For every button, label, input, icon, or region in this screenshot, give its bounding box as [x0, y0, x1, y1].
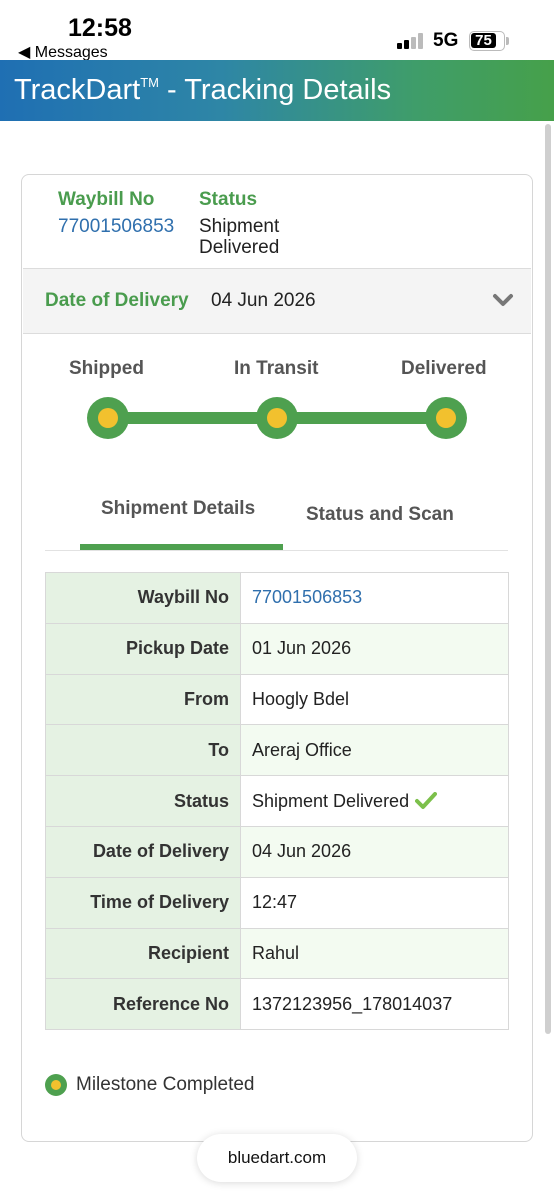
detail-label: Time of Delivery [45, 876, 241, 929]
detail-label: Pickup Date [45, 622, 241, 675]
detail-label: Date of Delivery [45, 825, 241, 878]
back-to-messages-link[interactable]: ◀ Messages [18, 42, 108, 62]
milestone-label-shipped: Shipped [69, 358, 144, 379]
milestone-label-delivered: Delivered [401, 358, 487, 379]
detail-value-waybill-link[interactable]: 77001506853 [240, 572, 509, 624]
checkmark-icon [415, 791, 438, 809]
status-value: Shipment Delivered [199, 216, 280, 258]
milestone-legend-text: Milestone Completed [76, 1074, 255, 1095]
detail-label: From [45, 673, 241, 726]
status-time: 12:58 [68, 14, 132, 42]
page-title: TrackDartTM - Tracking Details [14, 74, 391, 107]
shipment-details-table: Waybill No 77001506853 Pickup Date 01 Ju… [45, 572, 509, 1031]
table-row: From Hoogly Bdel [45, 673, 509, 726]
tabs-divider [45, 550, 508, 551]
page-scrollbar[interactable] [545, 124, 551, 1034]
detail-label: To [45, 724, 241, 777]
header-banner: TrackDartTM - Tracking Details [0, 60, 554, 121]
tab-status-and-scan[interactable]: Status and Scan [306, 504, 454, 526]
delivery-date-value: 04 Jun 2026 [211, 290, 316, 311]
milestone-legend-icon-center [51, 1080, 61, 1090]
milestone-dot-in-transit [256, 397, 298, 439]
milestone-legend-icon [45, 1074, 67, 1096]
detail-value: Rahul [240, 927, 509, 980]
table-row: To Areraj Office [45, 724, 509, 777]
trademark-mark: TM [140, 75, 159, 90]
detail-label: Recipient [45, 927, 241, 980]
milestone-label-in-transit: In Transit [234, 358, 319, 379]
milestone-dot-center [436, 408, 456, 428]
detail-value: 12:47 [240, 876, 509, 929]
tab-shipment-details[interactable]: Shipment Details [101, 498, 255, 520]
status-label: Status [199, 189, 258, 210]
status-bar: 12:58 ◀ Messages 5G 75 [0, 0, 554, 62]
milestone-dot-center [98, 408, 118, 428]
milestone-dot-delivered [425, 397, 467, 439]
chevron-down-icon[interactable] [491, 288, 515, 312]
network-type: 5G [433, 30, 459, 51]
detail-value: 04 Jun 2026 [240, 825, 509, 878]
signal-icon [397, 33, 427, 49]
detail-label: Waybill No [45, 572, 241, 624]
table-row: Date of Delivery 04 Jun 2026 [45, 825, 509, 878]
waybill-number-link[interactable]: 77001506853 [58, 216, 174, 238]
detail-value: 1372123956_178014037 [240, 978, 509, 1031]
table-row: Recipient Rahul [45, 927, 509, 980]
detail-value-status: Shipment Delivered [252, 790, 410, 811]
delivery-date-label: Date of Delivery [45, 290, 189, 311]
milestone-dot-center [267, 408, 287, 428]
battery-tip [506, 37, 509, 45]
detail-value: Hoogly Bdel [240, 673, 509, 726]
battery-icon: 75 [469, 31, 505, 51]
table-row: Pickup Date 01 Jun 2026 [45, 622, 509, 675]
detail-value: Areraj Office [240, 724, 509, 777]
table-row: Time of Delivery 12:47 [45, 876, 509, 929]
detail-value: 01 Jun 2026 [240, 622, 509, 675]
detail-value-status-cell: Shipment Delivered [240, 775, 509, 827]
browser-address-bar[interactable]: bluedart.com [197, 1134, 357, 1182]
table-row: Status Shipment Delivered [45, 775, 509, 827]
table-row: Reference No 1372123956_178014037 [45, 978, 509, 1031]
detail-label: Reference No [45, 978, 241, 1031]
page-title-suffix: - Tracking Details [159, 74, 392, 106]
milestone-dot-shipped [87, 397, 129, 439]
table-row: Waybill No 77001506853 [45, 572, 509, 624]
brand-name: TrackDart [14, 74, 141, 106]
waybill-label: Waybill No [58, 189, 155, 210]
battery-level: 75 [471, 33, 496, 48]
detail-label: Status [45, 775, 241, 827]
